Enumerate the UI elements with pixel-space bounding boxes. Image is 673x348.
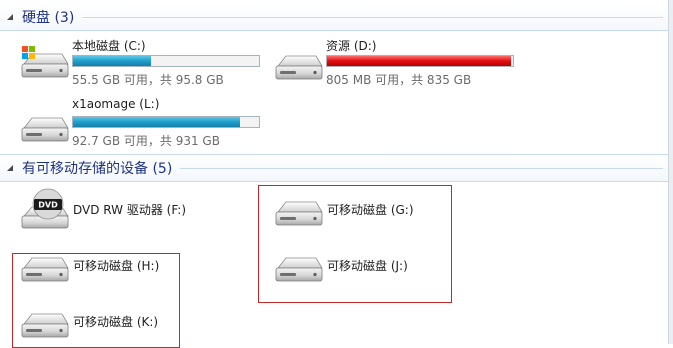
window-right-edge — [668, 0, 673, 344]
usage-bar-fill — [73, 56, 152, 66]
hard-disks-group-title: 硬盘 (3) — [22, 10, 75, 26]
drive-label: x1aomage (L:) — [72, 97, 160, 111]
drive-d[interactable]: 资源 (D:) 805 MB 可用，共 835 GB — [272, 38, 522, 87]
free-space-text: 92.7 GB 可用，共 931 GB — [72, 134, 220, 148]
free-space-text: 55.5 GB 可用，共 95.8 GB — [72, 73, 224, 87]
drive-label: 资源 (D:) — [326, 39, 377, 53]
drive-c[interactable]: 本地磁盘 (C:) 55.5 GB 可用，共 95.8 GB — [18, 38, 268, 87]
usage-bar — [326, 55, 514, 67]
group-divider — [180, 167, 663, 169]
removable-group-title: 有可移动存储的设备 (5) — [22, 161, 173, 177]
windows-logo-icon — [22, 46, 35, 59]
highlight-box — [258, 185, 452, 303]
dvd-drive-icon: DVD — [21, 188, 69, 229]
collapse-arrow-icon[interactable] — [6, 13, 14, 21]
removable-group-header[interactable]: 有可移动存储的设备 (5) — [0, 154, 669, 182]
usage-bar-fill — [327, 56, 512, 66]
usage-bar — [72, 116, 260, 128]
dvd-logo-text: DVD — [38, 201, 58, 210]
usage-bar — [72, 55, 260, 67]
hard-drive-icon — [272, 46, 324, 86]
group-divider — [82, 16, 663, 18]
system-drive-icon — [18, 46, 70, 84]
drive-label: 本地磁盘 (C:) — [72, 39, 146, 53]
collapse-arrow-icon[interactable] — [6, 164, 14, 172]
drive-label: DVD RW 驱动器 (F:) — [73, 203, 187, 217]
highlight-box — [12, 253, 180, 348]
usage-bar-fill — [73, 117, 241, 127]
hard-disks-group-header[interactable]: 硬盘 (3) — [0, 4, 669, 31]
drive-f-dvd[interactable]: DVD DVD RW 驱动器 (F:) — [18, 186, 238, 232]
free-space-text: 805 MB 可用，共 835 GB — [326, 73, 472, 87]
hard-drive-icon — [18, 108, 70, 148]
drive-l[interactable]: x1aomage (L:) 92.7 GB 可用，共 931 GB — [18, 97, 268, 148]
